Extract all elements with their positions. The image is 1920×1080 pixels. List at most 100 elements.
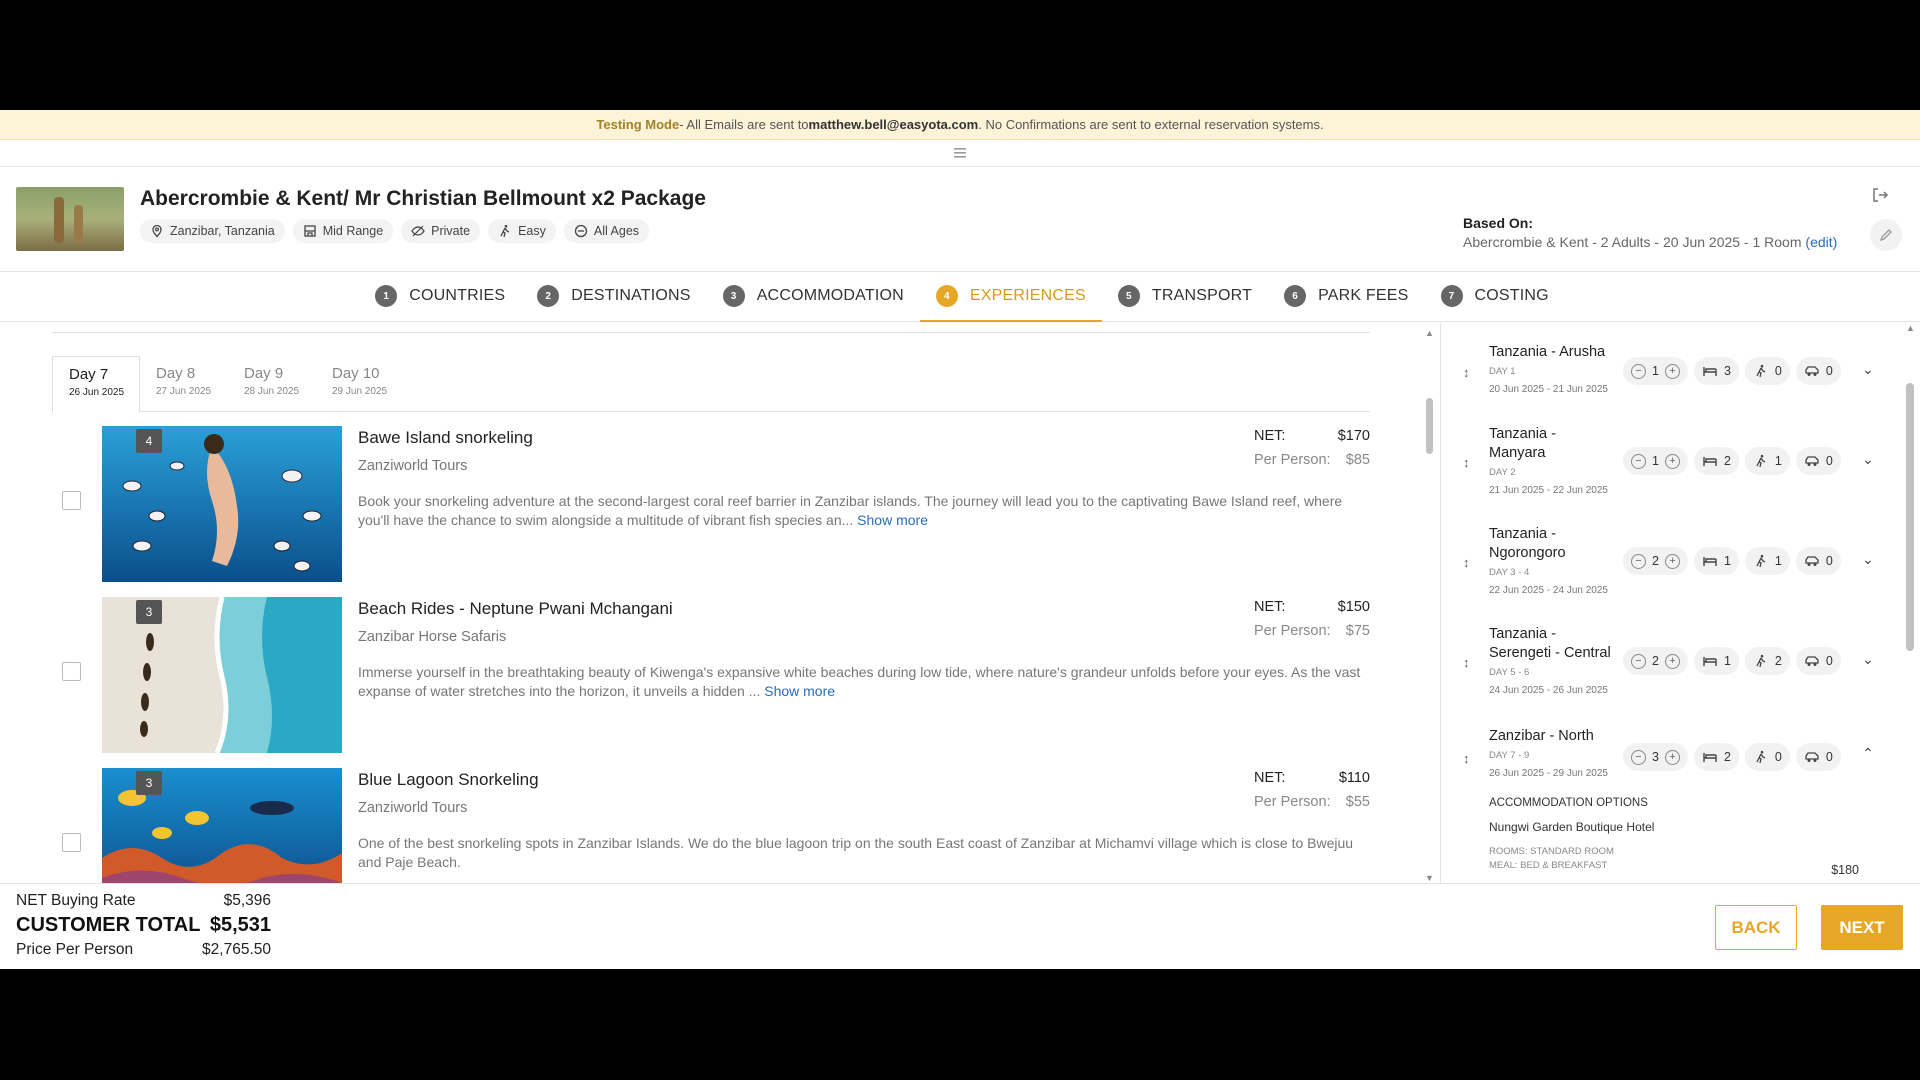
based-on-label: Based On: (1463, 215, 1534, 231)
destination-row[interactable]: ↕ Tanzania - Arusha DAY 1 20 Jun 2025 - … (1441, 335, 1881, 431)
hiker-icon (1756, 454, 1766, 468)
image-count-badge: 4 (136, 429, 162, 453)
step-number: 7 (1440, 285, 1463, 307)
edit-package-button[interactable] (1870, 219, 1902, 251)
tab-day-7[interactable]: Day 7 26 Jun 2025 (52, 356, 140, 413)
activities-count-badge: 0 (1744, 743, 1790, 771)
destination-dates: 22 Jun 2025 - 24 Jun 2025 (1489, 585, 1608, 596)
step-transport[interactable]: 5 TRANSPORT (1102, 272, 1268, 322)
step-label: TRANSPORT (1151, 287, 1253, 304)
chevron-down-icon[interactable]: ⌄ (1862, 451, 1874, 468)
hamburger-menu[interactable] (0, 140, 1920, 167)
destination-row[interactable]: ↕ Tanzania - Ngorongoro DAY 3 - 4 22 Jun… (1441, 525, 1881, 621)
net-buying-rate: NET Buying Rate $5,396 (16, 892, 271, 910)
scrollbar-thumb[interactable] (1426, 398, 1433, 454)
plus-icon[interactable]: + (1664, 553, 1680, 569)
package-chips: Zanzibar, Tanzania Mid Range Private Eas… (140, 219, 650, 243)
experiences-scrollbar[interactable]: ▲ ▼ (1424, 328, 1434, 883)
plus-icon[interactable]: + (1664, 453, 1680, 469)
chevron-down-icon[interactable]: ⌄ (1862, 651, 1874, 668)
nights-stepper[interactable]: −1 + (1623, 357, 1688, 385)
chevron-down-icon[interactable]: ⌄ (1862, 551, 1874, 568)
minus-icon[interactable]: − (1631, 553, 1646, 569)
rooms-count: 3 (1723, 364, 1731, 378)
rooms-count-badge: 1 (1693, 547, 1739, 575)
step-number: 4 (935, 285, 958, 307)
step-destinations[interactable]: 2 DESTINATIONS (521, 272, 706, 322)
step-accommodation[interactable]: 3 ACCOMMODATION (707, 272, 920, 322)
tab-day-8[interactable]: Day 8 27 Jun 2025 (140, 356, 228, 411)
based-on-value-row: Abercrombie & Kent - 2 Adults - 20 Jun 2… (1463, 234, 1837, 250)
pencil-icon[interactable] (1879, 228, 1893, 242)
nights-stepper[interactable]: −3 + (1623, 743, 1688, 771)
tab-day-label: Day 10 (332, 365, 380, 382)
minus-icon[interactable]: − (1631, 453, 1646, 469)
step-label: EXPERIENCES (969, 287, 1086, 304)
plus-icon[interactable]: + (1664, 749, 1680, 765)
app-window: Testing Mode - All Emails are sent to ma… (0, 110, 1920, 969)
image-count-badge: 3 (136, 771, 162, 795)
destination-name: Zanzibar - North (1489, 728, 1594, 744)
chevron-up-icon[interactable]: ⌃ (1862, 745, 1874, 762)
nights-stepper[interactable]: −2 + (1623, 647, 1688, 675)
drag-handle-icon[interactable]: ↕ (1463, 751, 1470, 766)
drag-handle-icon[interactable]: ↕ (1463, 555, 1470, 570)
destination-row[interactable]: ↕ Tanzania - Serengeti - Central DAY 5 -… (1441, 625, 1881, 721)
plus-icon[interactable]: + (1664, 363, 1680, 379)
tab-day-date: 29 Jun 2025 (332, 386, 388, 397)
experience-checkbox[interactable] (62, 833, 81, 852)
drag-handle-icon[interactable]: ↕ (1463, 455, 1470, 470)
price-per-person-value: $2,765.50 (202, 941, 271, 958)
destination-name: Tanzania - Manyara (1489, 426, 1556, 461)
destination-day: DAY 1 (1489, 366, 1516, 377)
nights-count: 1 (1652, 454, 1659, 468)
accommodation-options-heading: ACCOMMODATION OPTIONS (1489, 797, 1648, 809)
step-costing[interactable]: 7 COSTING (1425, 272, 1565, 322)
scroll-up-arrow-icon[interactable]: ▲ (1906, 323, 1915, 333)
activities-count: 1 (1774, 554, 1782, 568)
net-label: NET: (1254, 770, 1286, 786)
rooms-count-badge: 3 (1693, 357, 1739, 385)
tab-day-10[interactable]: Day 10 29 Jun 2025 (316, 356, 404, 411)
nights-count: 1 (1652, 364, 1659, 378)
step-countries[interactable]: 1 COUNTRIES (359, 272, 521, 322)
chevron-down-icon[interactable]: ⌄ (1862, 361, 1874, 378)
step-experiences[interactable]: 4 EXPERIENCES (919, 272, 1102, 322)
show-more-link[interactable]: Show more (764, 683, 835, 699)
scroll-down-arrow-icon[interactable]: ▼ (1425, 873, 1434, 883)
nights-stepper[interactable]: −2 + (1623, 547, 1688, 575)
scroll-up-arrow-icon[interactable]: ▲ (1425, 328, 1434, 338)
nights-stepper[interactable]: −1 + (1623, 447, 1688, 475)
transport-count: 0 (1825, 364, 1833, 378)
transport-count-badge: 0 (1795, 647, 1841, 675)
destination-row[interactable]: ↕ Tanzania - Manyara DAY 2 21 Jun 2025 -… (1441, 425, 1881, 521)
chip-range: Mid Range (292, 219, 394, 243)
experience-checkbox[interactable] (62, 662, 81, 681)
destination-dates: 24 Jun 2025 - 26 Jun 2025 (1489, 685, 1608, 696)
chip-ages-label: All Ages (593, 224, 640, 238)
step-park-fees[interactable]: 6 PARK FEES (1268, 272, 1424, 322)
edit-link[interactable]: (edit) (1805, 234, 1837, 250)
drag-handle-icon[interactable]: ↕ (1463, 365, 1470, 380)
minus-icon[interactable]: − (1631, 749, 1646, 765)
accommodation-hotel-name[interactable]: Nungwi Garden Boutique Hotel (1489, 820, 1859, 834)
footer-bar: NET Buying Rate $5,396 CUSTOMER TOTAL $5,5… (0, 883, 1920, 969)
minus-icon[interactable]: − (1631, 653, 1646, 669)
show-more-link[interactable]: Show more (857, 512, 928, 528)
experience-checkbox[interactable] (62, 491, 81, 510)
exit-icon[interactable] (1870, 185, 1890, 205)
drag-handle-icon[interactable]: ↕ (1463, 655, 1470, 670)
scrollbar-thumb[interactable] (1906, 383, 1914, 651)
next-button[interactable]: NEXT (1821, 905, 1903, 950)
minus-icon[interactable]: − (1631, 363, 1646, 379)
destination-dates: 21 Jun 2025 - 22 Jun 2025 (1489, 485, 1608, 496)
experience-title: Beach Rides - Neptune Pwani Mchangani (358, 599, 673, 618)
activities-count-badge: 2 (1744, 647, 1790, 675)
experiences-panel: Day 7 26 Jun 2025 Day 8 27 Jun 2025 Day 9 2… (30, 323, 1425, 883)
customer-total-value: $5,531 (209, 914, 271, 936)
hamburger-icon[interactable] (954, 148, 966, 158)
itinerary-scrollbar[interactable]: ▲ (1904, 323, 1916, 883)
tab-day-9[interactable]: Day 9 28 Jun 2025 (228, 356, 316, 411)
back-button[interactable]: BACK (1715, 905, 1797, 950)
plus-icon[interactable]: + (1664, 653, 1680, 669)
